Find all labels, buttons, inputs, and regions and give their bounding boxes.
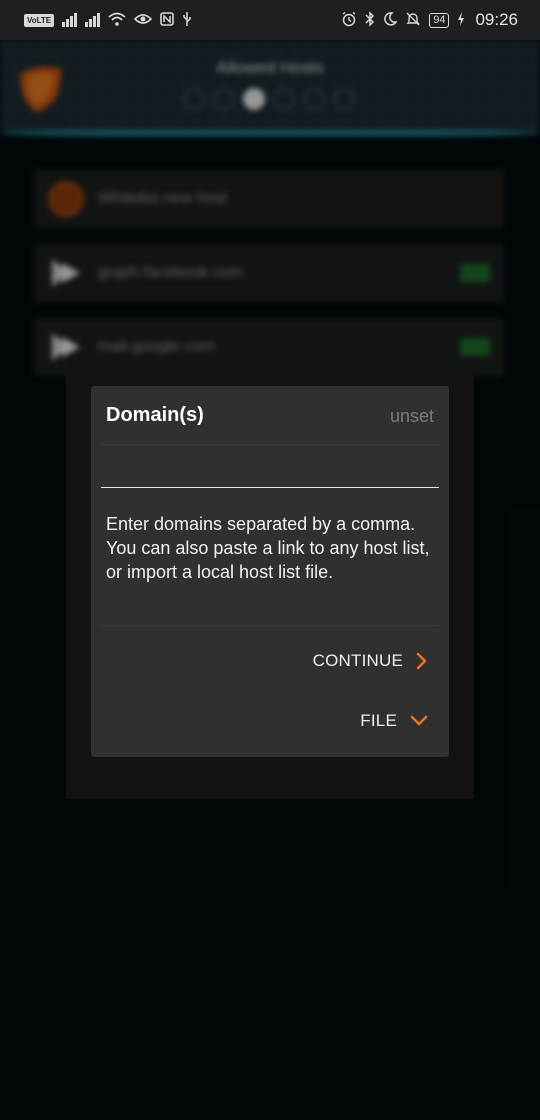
status-bar-left: VoLTE (24, 11, 192, 30)
divider (101, 625, 439, 626)
signal-icon (85, 13, 101, 27)
file-button[interactable]: FILE (360, 711, 429, 731)
continue-label: CONTINUE (312, 651, 403, 670)
notifications-off-icon (405, 11, 421, 30)
domain-dialog: Domain(s) unset Enter domains separated … (91, 386, 449, 757)
file-label: FILE (360, 711, 397, 730)
dialog-title: Domain(s) (106, 404, 204, 426)
moon-icon (383, 11, 398, 29)
clock: 09:26 (475, 10, 518, 29)
alarm-icon (341, 11, 357, 30)
nfc-icon (160, 11, 174, 29)
chevron-down-icon (409, 714, 429, 728)
status-bar: VoLTE 94 09:26 (0, 0, 540, 40)
bluetooth-icon (365, 10, 375, 30)
charging-icon (457, 11, 465, 29)
continue-button[interactable]: CONTINUE (313, 651, 429, 671)
signal-icon (62, 13, 78, 27)
eye-icon (134, 12, 153, 28)
domain-input[interactable] (101, 448, 439, 488)
volte-icon: VoLTE (24, 13, 55, 27)
battery-icon: 94 (429, 12, 450, 28)
divider (101, 444, 439, 445)
help-text: Enter domains separated by a comma. You … (106, 514, 430, 582)
usb-icon (182, 11, 192, 30)
wifi-icon (108, 12, 126, 29)
status-bar-right: 94 09:26 (341, 10, 518, 30)
chevron-right-icon (415, 652, 429, 670)
dialog-value: unset (389, 406, 434, 426)
